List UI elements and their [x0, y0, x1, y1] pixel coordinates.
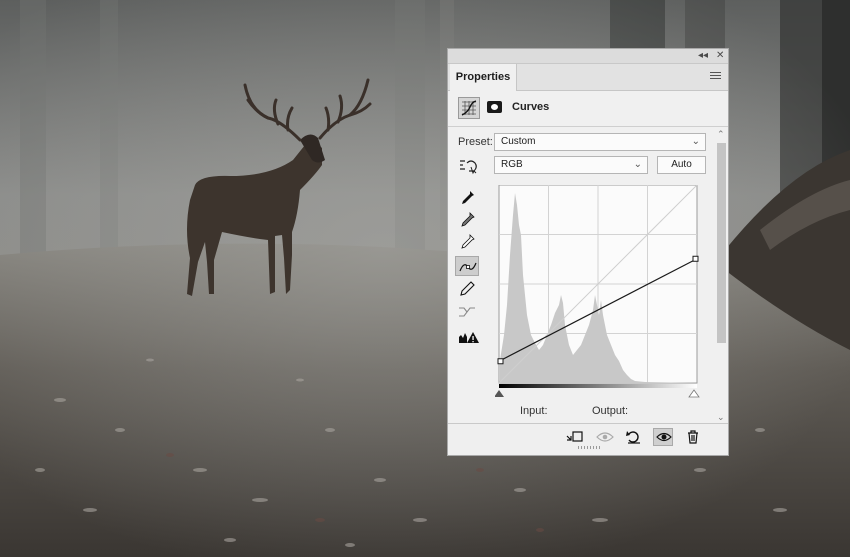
close-icon[interactable]: ✕: [716, 49, 724, 63]
divider: [448, 126, 728, 127]
scrollbar[interactable]: ⌃ ⌄: [715, 127, 727, 423]
toggle-visibility-icon[interactable]: [653, 428, 673, 446]
preset-dropdown[interactable]: Custom ⌄: [494, 133, 706, 151]
delete-icon[interactable]: [683, 428, 703, 446]
curves-graph[interactable]: [495, 185, 701, 403]
white-point-eyedropper-icon[interactable]: [455, 231, 479, 251]
auto-button[interactable]: Auto: [657, 156, 706, 174]
scroll-up-icon[interactable]: ⌃: [717, 129, 725, 140]
output-label: Output:: [592, 405, 629, 417]
pencil-icon[interactable]: [455, 279, 479, 299]
tab-properties[interactable]: Properties: [450, 64, 517, 91]
layer-mask-icon[interactable]: [487, 101, 502, 113]
gradient-ramp: [499, 384, 697, 388]
black-slider-handle: [495, 390, 504, 397]
sample-in-image-icon[interactable]: [457, 156, 481, 176]
curve-point-black: [497, 358, 504, 365]
preset-label: Preset:: [458, 136, 493, 148]
black-point-eyedropper-icon[interactable]: [455, 187, 479, 207]
scroll-down-icon[interactable]: ⌄: [717, 412, 725, 423]
curve-point-white: [692, 255, 699, 262]
input-label: Input:: [520, 405, 548, 417]
panel-menu-icon[interactable]: [710, 72, 721, 81]
gray-point-eyedropper-icon[interactable]: [455, 209, 479, 229]
white-slider-handle: [688, 389, 700, 398]
view-previous-icon[interactable]: [594, 428, 614, 446]
curves-adjustment-icon[interactable]: [458, 97, 480, 119]
panel-tab-row: Properties: [448, 64, 728, 91]
clip-to-layer-icon[interactable]: [564, 428, 584, 446]
properties-panel: ◂◂ ✕ Properties Curves Preset: Custom ⌄ …: [447, 48, 729, 456]
reset-icon[interactable]: [623, 428, 643, 446]
chevron-down-icon: ⌄: [633, 159, 642, 170]
collapse-panel-icon[interactable]: ◂◂: [698, 49, 708, 63]
scroll-thumb[interactable]: [717, 143, 726, 343]
smooth-icon[interactable]: [455, 302, 479, 322]
adjustment-title: Curves: [512, 101, 550, 113]
preset-value: Custom: [501, 136, 536, 147]
channel-value: RGB: [501, 159, 523, 170]
resize-grip[interactable]: [578, 446, 600, 449]
curve-points-icon[interactable]: [455, 256, 479, 276]
panel-bottom-bar: [448, 423, 728, 450]
panel-title-bar[interactable]: ◂◂ ✕: [448, 49, 728, 64]
chevron-down-icon: ⌄: [691, 136, 700, 147]
channel-dropdown[interactable]: RGB ⌄: [494, 156, 648, 174]
clipping-warning-icon[interactable]: [455, 327, 479, 347]
